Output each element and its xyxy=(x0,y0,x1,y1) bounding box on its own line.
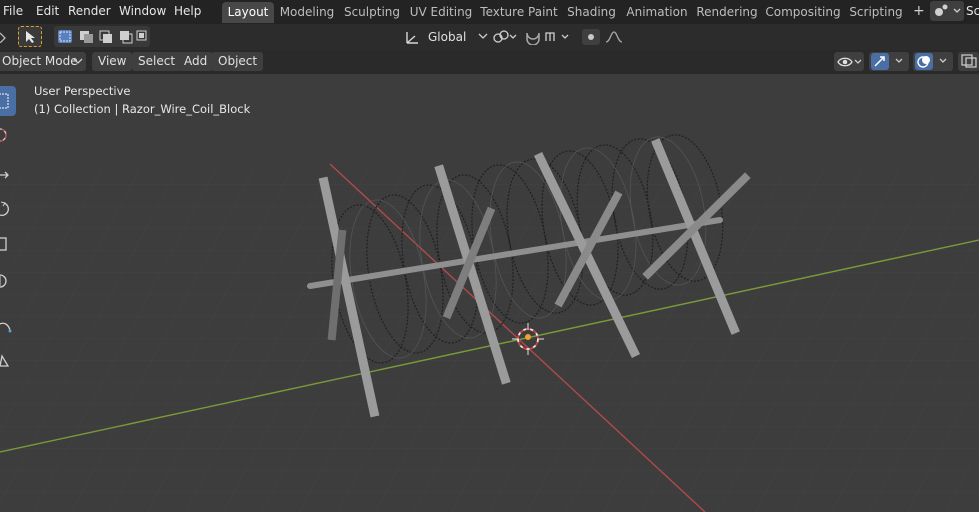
pivot-point-dropdown[interactable] xyxy=(492,27,520,47)
gizmo-icon xyxy=(871,53,903,70)
xray-toggle[interactable] xyxy=(958,52,979,71)
rotate-icon xyxy=(0,201,9,216)
scene-icon xyxy=(935,4,961,16)
object-menu[interactable]: Object xyxy=(212,52,264,71)
select-box-icon xyxy=(0,93,9,109)
tab-texture-paint[interactable]: Texture Paint xyxy=(479,2,559,23)
xray-icon xyxy=(961,54,977,68)
selection-mode-group xyxy=(54,26,150,47)
magnet-icon xyxy=(526,32,569,45)
menu-file[interactable]: File xyxy=(3,0,23,24)
tab-modeling[interactable]: Modeling xyxy=(276,2,338,23)
tool-scale[interactable] xyxy=(0,230,16,260)
tab-animation[interactable]: Animation xyxy=(624,2,690,23)
tool-cursor[interactable] xyxy=(0,120,16,150)
select-menu[interactable]: Select xyxy=(132,52,182,71)
chevron-down-icon xyxy=(73,58,83,64)
menu-render[interactable]: Render xyxy=(68,0,111,24)
orientation-label: Global xyxy=(428,30,467,44)
tab-shading[interactable]: Shading xyxy=(563,2,620,23)
tab-uv-editing[interactable]: UV Editing xyxy=(407,2,475,23)
object-origin-dot xyxy=(525,334,531,340)
object-mode-label: Object Mode xyxy=(2,54,78,68)
overlays-icon xyxy=(915,53,947,70)
annotate-icon xyxy=(0,322,12,333)
transform-orientation-dropdown[interactable]: Global xyxy=(404,27,490,47)
move-icon xyxy=(0,171,9,179)
viewport-perspective-label: User Perspective xyxy=(34,84,131,98)
tab-sculpting[interactable]: Sculpting xyxy=(341,2,403,23)
tab-scripting[interactable]: Scripting xyxy=(846,2,906,23)
cursor-arrow-icon xyxy=(26,31,35,43)
visibility-dropdown[interactable] xyxy=(834,52,864,71)
measure-icon xyxy=(0,354,10,367)
orientation-global-icon xyxy=(406,32,418,44)
select-tool-button[interactable] xyxy=(18,26,42,47)
tool-rotate[interactable] xyxy=(0,194,16,224)
editor-type-chevron-icon[interactable] xyxy=(0,29,8,43)
cursor-tool-icon xyxy=(0,128,7,142)
scene-selector[interactable] xyxy=(930,1,964,21)
add-workspace-button[interactable]: + xyxy=(913,0,925,24)
proportional-editing-icon xyxy=(582,29,623,45)
pivot-point-icon xyxy=(493,30,517,43)
object-mode-dropdown[interactable]: Object Mode xyxy=(0,52,86,71)
snapping-dropdown[interactable] xyxy=(524,27,574,47)
tool-transform[interactable] xyxy=(0,266,16,296)
menu-edit[interactable]: Edit xyxy=(36,0,59,24)
view-menu[interactable]: View xyxy=(92,52,133,71)
overlays-dropdown[interactable] xyxy=(913,52,953,71)
tool-measure[interactable] xyxy=(0,346,16,376)
selection-mode-icons xyxy=(58,30,147,44)
tool-annotate[interactable] xyxy=(0,312,16,342)
add-menu[interactable]: Add xyxy=(178,52,214,71)
top-bar: File Edit Render Window Help Layout Mode… xyxy=(0,0,979,24)
tool-header: Global xyxy=(0,24,979,50)
viewport-3d[interactable] xyxy=(0,74,979,512)
menu-help[interactable]: Help xyxy=(174,0,201,24)
tool-select-box[interactable] xyxy=(0,86,16,116)
transform-icon xyxy=(0,274,7,288)
tab-rendering[interactable]: Rendering xyxy=(694,2,760,23)
gizmo-dropdown[interactable] xyxy=(869,52,909,71)
tool-move[interactable] xyxy=(0,160,16,190)
chevron-down-icon xyxy=(478,33,488,39)
tab-compositing[interactable]: Compositing xyxy=(764,2,842,23)
viewport-header: Object Mode View Select Add Object xyxy=(0,50,979,74)
scene-name[interactable]: Sc xyxy=(966,0,979,24)
eye-icon xyxy=(837,57,862,67)
viewport-collection-label: (1) Collection | Razor_Wire_Coil_Block xyxy=(34,102,251,116)
tab-layout[interactable]: Layout xyxy=(222,2,274,23)
scale-icon xyxy=(0,237,7,251)
menu-window[interactable]: Window xyxy=(119,0,166,24)
proportional-editing-group[interactable] xyxy=(582,27,634,47)
